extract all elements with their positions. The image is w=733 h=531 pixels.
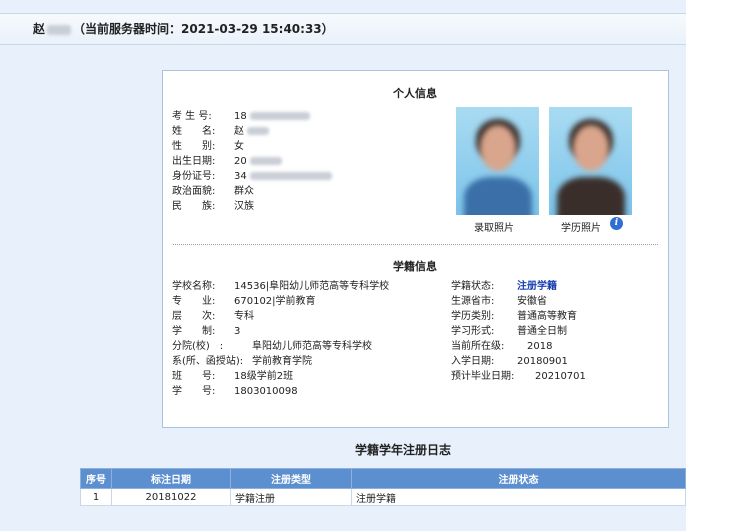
field-current-grade: 当前所在级: 2018 <box>451 341 553 352</box>
field-enrollment-status: 学籍状态: 注册学籍 <box>451 281 557 292</box>
field-political-status: 政治面貌: 群众 <box>172 186 254 197</box>
registration-log-title: 学籍学年注册日志 <box>355 443 452 457</box>
field-department: 系(所、函授站): 学前教育学院 <box>172 356 312 367</box>
cell-type: 学籍注册 <box>230 488 352 506</box>
field-name: 姓 名: 赵 <box>172 125 269 138</box>
field-student-id: 学 号: 1803010098 <box>172 386 298 397</box>
admission-photo-caption: 录取照片 <box>474 223 514 234</box>
name-redaction <box>47 24 72 35</box>
student-info-card: 个人信息 考 生 号: 18 姓 名: 赵 性 别: 女 出生日期: 20 身份证号: 3… <box>162 70 669 428</box>
cell-date: 20181022 <box>111 488 231 506</box>
field-gender: 性 别: 女 <box>172 141 244 152</box>
admission-photo <box>456 107 539 215</box>
field-class: 班 号: 18级学前2班 <box>172 371 294 382</box>
column-header-type: 注册类型 <box>230 468 352 489</box>
header-bar: 赵 （当前服务器时间：2021-03-29 15:40:33） <box>0 13 686 45</box>
field-expected-graduation: 预计毕业日期: 20210701 <box>451 371 586 382</box>
column-header-date: 标注日期 <box>111 468 231 489</box>
field-major: 专 业: 670102|学前教育 <box>172 296 316 307</box>
degree-photo-caption: 学历照片 <box>561 223 601 234</box>
field-branch: 分院(校) : 阜阳幼儿师范高等专科学校 <box>172 341 372 352</box>
section-divider <box>173 244 658 245</box>
field-id-number: 身份证号: 34 <box>172 170 332 183</box>
field-education-category: 学历类别: 普通高等教育 <box>451 311 577 322</box>
cell-status: 注册学籍 <box>351 488 686 506</box>
column-header-status: 注册状态 <box>351 468 686 489</box>
field-birthdate: 出生日期: 20 <box>172 155 282 168</box>
info-icon[interactable]: i <box>610 217 623 230</box>
field-origin-province: 生源省市: 安徽省 <box>451 296 547 307</box>
field-enroll-date: 入学日期: 20180901 <box>451 356 568 367</box>
cell-index: 1 <box>80 488 112 506</box>
server-time: （当前服务器时间：2021-03-29 15:40:33） <box>73 22 334 36</box>
table-header-row: 序号 标注日期 注册类型 注册状态 <box>80 468 686 489</box>
enrollment-info-title: 学籍信息 <box>393 260 437 273</box>
table-row: 1 20181022 学籍注册 注册学籍 <box>80 488 686 506</box>
field-school-name: 学校名称: 14536|阜阳幼儿师范高等专科学校 <box>172 281 390 292</box>
field-exam-number: 考 生 号: 18 <box>172 110 310 123</box>
field-duration: 学 制: 3 <box>172 326 241 337</box>
registration-log-table: 序号 标注日期 注册类型 注册状态 1 20181022 学籍注册 注册学籍 <box>80 468 686 506</box>
degree-photo <box>549 107 632 215</box>
header-title: 赵 （当前服务器时间：2021-03-29 15:40:33） <box>33 20 334 37</box>
student-name-prefix: 赵 <box>33 22 46 36</box>
field-study-mode: 学习形式: 普通全日制 <box>451 326 567 337</box>
column-header-index: 序号 <box>80 468 112 489</box>
field-level: 层 次: 专科 <box>172 311 254 322</box>
personal-info-title: 个人信息 <box>393 87 437 100</box>
field-ethnicity: 民 族: 汉族 <box>172 201 254 212</box>
